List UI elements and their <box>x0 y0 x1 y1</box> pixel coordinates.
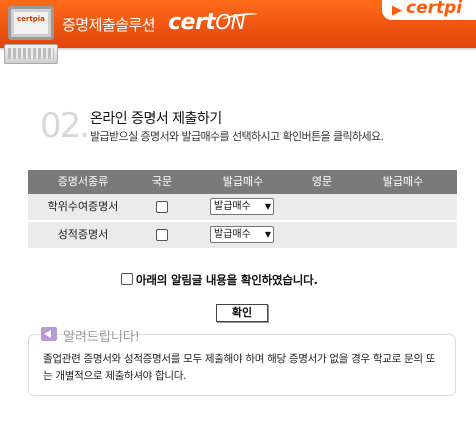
confirm-button[interactable]: 확인 <box>216 304 268 322</box>
certificate-name: 성적증명서 <box>57 228 109 241</box>
header-divider <box>0 48 476 51</box>
column-header-type: 증명서종류 <box>57 175 109 188</box>
column-header-count-korean: 발급매수 <box>222 175 264 188</box>
chevron-down-icon: ▼ <box>264 230 271 239</box>
step-number: 02. <box>40 106 90 146</box>
laptop-screen-logo: certpia <box>14 12 48 34</box>
agreement-checkbox[interactable] <box>121 273 133 285</box>
service-title: 증명제출솔루션 <box>62 16 156 34</box>
korean-checkbox[interactable] <box>156 201 168 213</box>
brand-logo: certON <box>168 10 246 35</box>
certificate-name: 학위수여증명서 <box>47 200 119 213</box>
page-description: 발급받으실 증명서와 발급매수를 선택하시고 확인버튼을 클릭하세요. <box>90 130 384 143</box>
column-header-english: 영문 <box>311 175 333 188</box>
certificate-table: 증명서종류 국문 발급매수 영문 발급매수 학위수여증명서 발급매수 ▼ 성적증… <box>28 170 457 250</box>
agreement-label[interactable]: 아래의 알림글 내용을 확인하였습니다. <box>136 272 318 288</box>
laptop-icon: certpia <box>4 6 58 68</box>
speaker-icon <box>41 327 57 341</box>
arrow-icon: ▶ <box>392 3 402 18</box>
table-header: 증명서종류 국문 발급매수 영문 발급매수 <box>28 170 457 194</box>
count-select[interactable]: 발급매수 ▼ <box>210 226 274 243</box>
chevron-down-icon: ▼ <box>264 202 271 211</box>
table-row: 성적증명서 발급매수 ▼ <box>28 222 457 250</box>
certpia-logo-text: certpi <box>406 0 463 18</box>
column-header-korean: 국문 <box>151 175 173 188</box>
column-header-count-english: 발급매수 <box>382 175 424 188</box>
korean-checkbox[interactable] <box>156 229 168 241</box>
notice-header: 알려드립니다! <box>41 326 140 345</box>
notice-body: 졸업관련 증명서와 성적증명서를 모두 제출해야 하며 해당 증명서가 없을 경… <box>43 353 436 382</box>
count-select[interactable]: 발급매수 ▼ <box>210 198 274 215</box>
certpia-home-link[interactable]: ▶ certpi <box>382 0 476 20</box>
notice-title: 알려드립니다! <box>63 330 140 345</box>
table-row: 학위수여증명서 발급매수 ▼ <box>28 194 457 222</box>
notice-box: 알려드립니다! 졸업관련 증명서와 성적증명서를 모두 제출해야 하며 해당 증… <box>28 326 456 396</box>
page-title: 온라인 증명서 제출하기 <box>90 111 222 127</box>
